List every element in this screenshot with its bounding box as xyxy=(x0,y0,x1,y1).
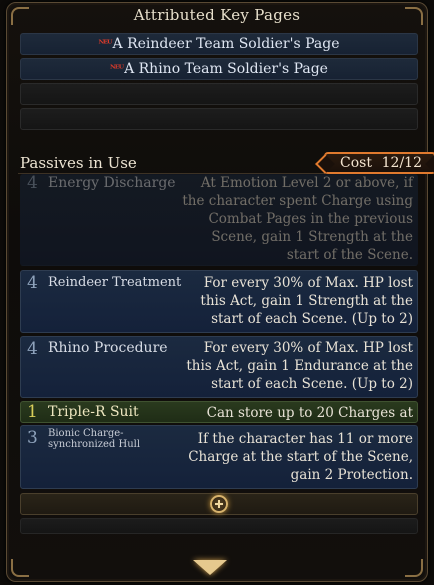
passive-cost: 4 xyxy=(27,173,38,193)
passive-rhino-procedure[interactable]: 4 Rhino Procedure For every 30% of Max. … xyxy=(20,336,418,398)
passive-reindeer-treatment[interactable]: 4 Reindeer Treatment For every 30% of Ma… xyxy=(20,270,418,333)
passive-name: Energy Discharge xyxy=(48,175,176,191)
frame-corner xyxy=(11,559,29,577)
new-badge: ᴺᴱᵂ xyxy=(98,38,112,50)
passives-header: Passives in Use Cost 12/12 xyxy=(18,150,434,174)
passive-description: For every 30% of Max. HP lost this Act, … xyxy=(186,340,413,392)
new-badge: ᴺᴱᵂ xyxy=(110,63,124,75)
passive-cost: 4 xyxy=(27,339,38,359)
key-pages-title: Attributed Key Pages xyxy=(133,6,301,24)
passive-energy-discharge[interactable]: 4 Energy Discharge At Emotion Level 2 or… xyxy=(20,173,418,266)
passives-title: Passives in Use xyxy=(20,154,137,172)
cost-counter: Cost 12/12 xyxy=(324,152,434,174)
key-page-slot-empty[interactable] xyxy=(20,108,418,130)
passive-cost: 1 xyxy=(27,402,38,422)
passive-cost: 3 xyxy=(27,428,38,448)
cost-label: Cost xyxy=(340,155,372,171)
passive-cost: 4 xyxy=(27,273,38,293)
passive-name: Reindeer Treatment xyxy=(48,275,182,290)
key-page-slot-reindeer[interactable]: ᴺᴱᵂ A Reindeer Team Soldier's Page xyxy=(20,33,418,55)
passive-name: Rhino Procedure xyxy=(48,340,168,356)
frame-corner xyxy=(405,559,423,577)
key-page-slot-rhino[interactable]: ᴺᴱᵂ A Rhino Team Soldier's Page xyxy=(20,58,418,80)
passive-description: If the character has 11 or more Charge a… xyxy=(188,431,413,483)
passive-name: Triple-R Suit xyxy=(48,404,139,420)
passive-name: Bionic Charge-synchronized Hull xyxy=(48,428,141,450)
add-passive-button[interactable] xyxy=(20,493,418,515)
passive-slot-empty[interactable] xyxy=(20,518,418,534)
passive-bionic-hull[interactable]: 3 Bionic Charge-synchronized Hull If the… xyxy=(20,425,418,489)
passive-description: For every 30% of Max. HP lost this Act, … xyxy=(200,275,413,327)
cost-value: 12/12 xyxy=(381,155,422,171)
key-page-label: A Reindeer Team Soldier's Page xyxy=(112,36,340,52)
chevron-down-icon[interactable] xyxy=(193,560,227,575)
key-page-label: A Rhino Team Soldier's Page xyxy=(124,61,328,77)
key-page-slot-empty[interactable] xyxy=(20,83,418,105)
plus-icon xyxy=(210,495,228,513)
passive-description: At Emotion Level 2 or above, if the char… xyxy=(182,175,413,263)
passive-triple-r-suit[interactable]: 1 Triple-R Suit Can store up to 20 Charg… xyxy=(20,401,418,439)
